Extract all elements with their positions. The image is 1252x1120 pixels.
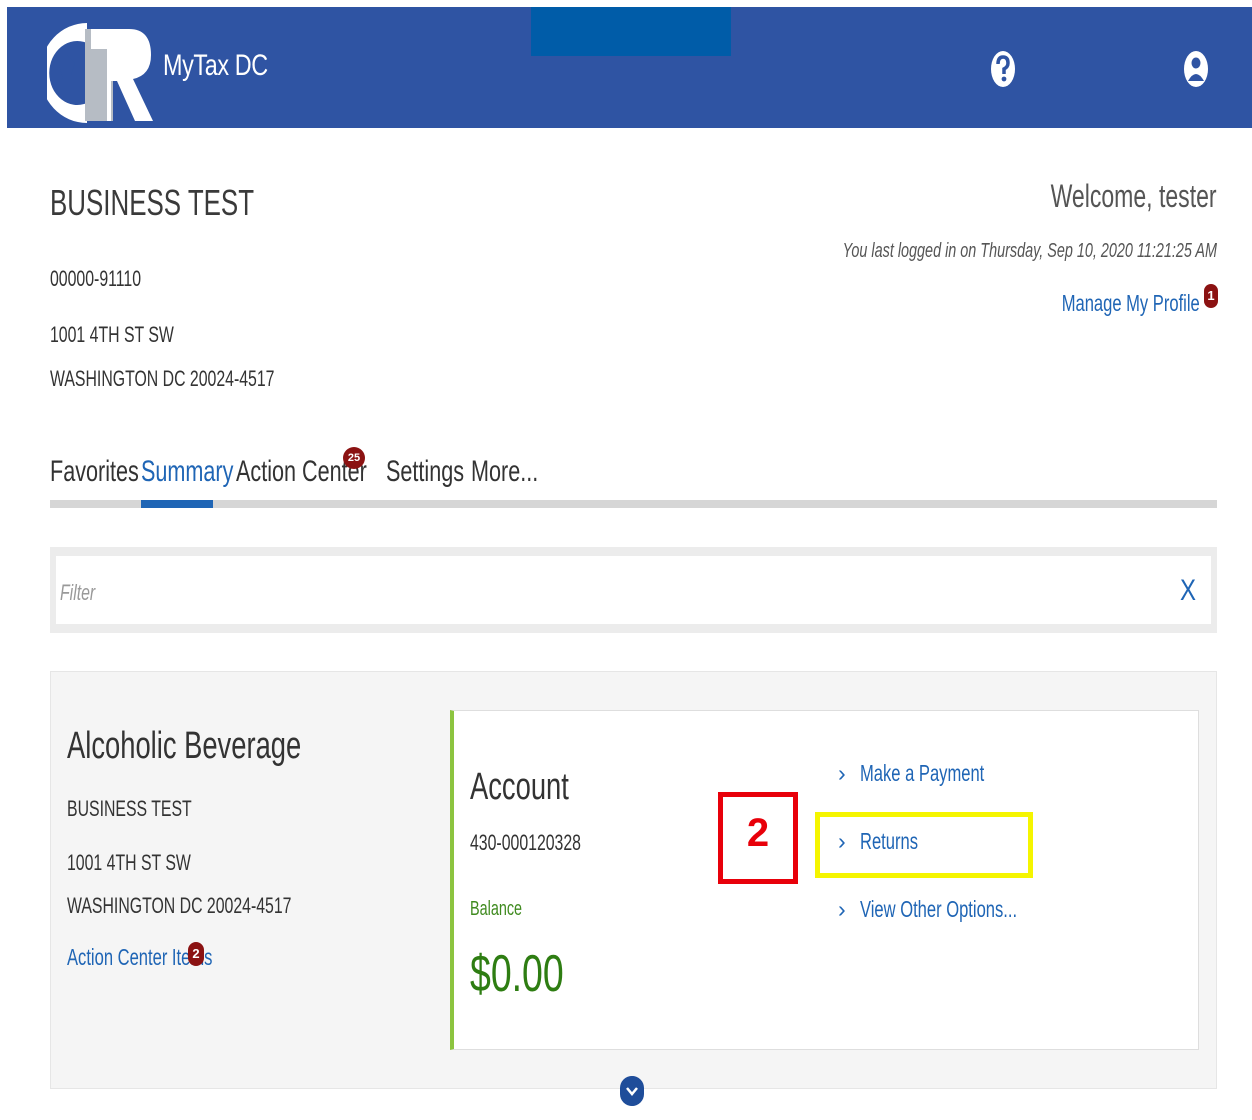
otr-logo-icon[interactable]	[47, 15, 157, 125]
step-number: 2	[746, 811, 770, 855]
welcome-message: Welcome, tester	[1050, 178, 1217, 214]
profile-badge: 1	[1204, 284, 1218, 308]
filter-container	[50, 547, 1217, 633]
help-icon[interactable]	[990, 49, 1016, 89]
account-type-title: Alcoholic Beverage	[67, 725, 302, 767]
app-header: MyTax DC	[7, 7, 1252, 128]
view-other-options-label: View Other Options...	[860, 896, 1018, 922]
make-payment-link[interactable]: › Make a Payment	[838, 760, 1033, 787]
filter-clear-button[interactable]: X	[1180, 574, 1196, 608]
tab-favorites[interactable]: Favorites	[50, 455, 139, 489]
step-annotation-box: 2	[718, 792, 798, 884]
card-address-line2: WASHINGTON DC 20024-4517	[67, 893, 292, 918]
expand-chevron-down-icon[interactable]	[620, 1076, 644, 1106]
tab-more[interactable]: More...	[471, 455, 538, 489]
business-id: 00000-91110	[50, 266, 142, 291]
last-login-text: You last logged in on Thursday, Sep 10, …	[842, 240, 1217, 262]
business-name: BUSINESS TEST	[50, 182, 255, 223]
active-tab-indicator	[141, 500, 213, 508]
card-business-name: BUSINESS TEST	[67, 796, 192, 821]
view-other-options-link[interactable]: › View Other Options...	[838, 896, 1078, 923]
tab-settings[interactable]: Settings	[386, 455, 464, 489]
make-payment-label: Make a Payment	[860, 760, 985, 786]
user-icon[interactable]	[1183, 49, 1209, 89]
business-address-line1: 1001 4TH ST SW	[50, 322, 174, 347]
account-label: Account	[470, 766, 569, 808]
filter-input[interactable]	[56, 556, 1211, 624]
chevron-right-icon: ›	[838, 896, 846, 922]
balance-value: $0.00	[470, 945, 564, 1003]
action-center-badge: 25	[343, 447, 365, 469]
card-address-line1: 1001 4TH ST SW	[67, 850, 191, 875]
account-number: 430-000120328	[470, 830, 581, 855]
chevron-right-icon: ›	[838, 760, 846, 786]
balance-label: Balance	[470, 898, 523, 920]
business-address-line2: WASHINGTON DC 20024-4517	[50, 366, 275, 391]
action-center-items-badge: 2	[188, 942, 204, 966]
app-title: MyTax DC	[163, 49, 268, 82]
manage-profile-link[interactable]: Manage My Profile	[1062, 290, 1200, 317]
header-highlight	[531, 7, 731, 56]
returns-highlight-box	[815, 812, 1033, 878]
tabs-bar	[50, 500, 1217, 508]
tab-summary[interactable]: Summary	[141, 455, 233, 489]
